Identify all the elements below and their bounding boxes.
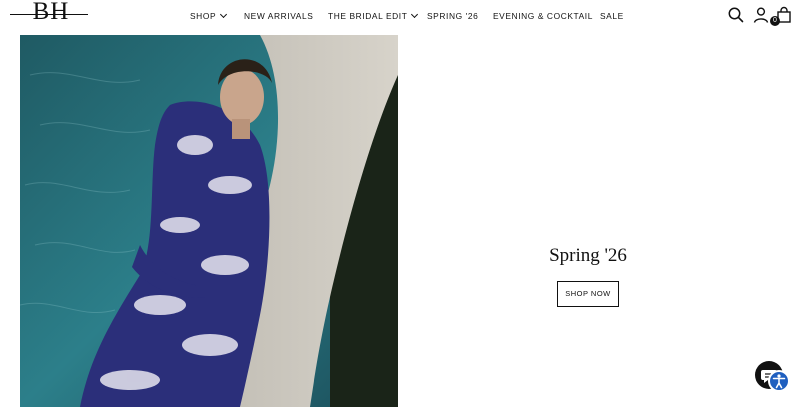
- promo-title: Spring '26: [549, 245, 627, 266]
- nav-item-label: THE BRIDAL EDIT: [328, 11, 408, 21]
- nav-item-label: EVENING & COCKTAIL: [493, 11, 593, 21]
- nav-item-bridal-edit[interactable]: THE BRIDAL EDIT: [328, 10, 419, 22]
- cart-count-badge: 0: [770, 16, 780, 26]
- site-header: BH SHOP NEW ARRIVALS THE BRIDAL EDIT SPR…: [0, 0, 800, 33]
- nav-item-label: SPRING '26: [427, 11, 479, 21]
- search-icon[interactable]: [727, 6, 745, 24]
- chevron-down-icon: [220, 10, 228, 19]
- nav-item-label: SALE: [600, 11, 624, 21]
- user-icon[interactable]: [752, 6, 770, 24]
- nav-item-sale[interactable]: SALE: [600, 10, 624, 22]
- nav-item-label: NEW ARRIVALS: [244, 11, 314, 21]
- shop-now-button[interactable]: SHOP NOW: [557, 281, 619, 307]
- nav-item-shop[interactable]: SHOP: [190, 10, 228, 22]
- nav-item-spring-26[interactable]: SPRING '26: [427, 10, 478, 22]
- hero-image[interactable]: [20, 35, 398, 407]
- nav-item-evening-cocktail[interactable]: EVENING & COCKTAIL: [493, 10, 593, 22]
- nav-item-label: SHOP: [190, 11, 217, 21]
- accessibility-icon: [772, 374, 786, 389]
- nav-item-new-arrivals[interactable]: NEW ARRIVALS: [244, 10, 313, 22]
- chevron-down-icon: [411, 10, 419, 19]
- main-nav: SHOP NEW ARRIVALS THE BRIDAL EDIT SPRING…: [0, 10, 800, 24]
- accessibility-button[interactable]: [768, 370, 790, 392]
- hero-photo: [20, 35, 398, 407]
